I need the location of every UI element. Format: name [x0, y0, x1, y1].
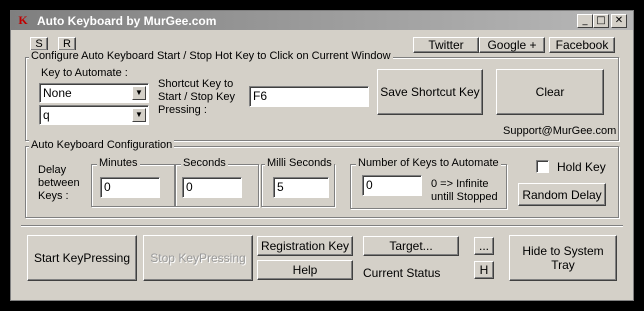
s-button[interactable]: S — [30, 37, 48, 51]
start-keypressing-button[interactable]: Start KeyPressing — [27, 235, 137, 281]
bottom-separator — [21, 225, 623, 226]
stop-keypressing-button[interactable]: Stop KeyPressing — [143, 235, 253, 281]
hotkey-group-legend: Configure Auto Keyboard Start / Stop Hot… — [29, 50, 393, 62]
key-to-automate-label: Key to Automate : — [41, 67, 128, 79]
number-of-keys-label: Number of Keys to Automate — [356, 157, 501, 169]
facebook-button[interactable]: Facebook — [549, 37, 615, 53]
window-title: Auto Keyboard by MurGee.com — [37, 14, 217, 28]
target-button[interactable]: Target... — [363, 236, 459, 256]
chevron-down-icon[interactable]: ▼ — [132, 86, 146, 100]
save-shortcut-button[interactable]: Save Shortcut Key — [377, 69, 483, 115]
minimize-button[interactable]: _ — [577, 14, 593, 28]
help-button[interactable]: Help — [257, 260, 353, 280]
minimize-icon: _ — [582, 15, 588, 26]
shortcut-label-line1: Shortcut Key to — [158, 78, 234, 90]
twitter-button[interactable]: Twitter — [413, 37, 479, 53]
milliseconds-label: Milli Seconds — [265, 157, 334, 169]
modifier-select-value: None — [43, 86, 72, 100]
current-status-label: Current Status — [363, 266, 441, 280]
delay-label-line1: Delay — [38, 164, 67, 176]
clear-button[interactable]: Clear — [496, 69, 604, 115]
shortcut-label-line3: Pressing : — [158, 104, 207, 116]
app-window: K Auto Keyboard by MurGee.com _ □ ✕ S R … — [10, 10, 634, 301]
hold-key-label[interactable]: Hold Key — [557, 160, 606, 174]
milliseconds-input[interactable]: 5 — [273, 177, 329, 198]
hold-key-checkbox[interactable] — [536, 160, 549, 173]
close-icon: ✕ — [614, 15, 624, 26]
maximize-icon: □ — [596, 15, 606, 26]
minutes-input[interactable]: 0 — [100, 177, 160, 198]
modifier-select[interactable]: None ▼ — [39, 83, 149, 103]
maximize-button[interactable]: □ — [593, 14, 609, 28]
key-select[interactable]: q ▼ — [39, 105, 149, 125]
config-group-legend: Auto Keyboard Configuration — [29, 139, 175, 151]
shortcut-label-line2: Start / Stop Key — [158, 91, 236, 103]
seconds-input[interactable]: 0 — [182, 177, 242, 198]
registration-key-button[interactable]: Registration Key — [257, 236, 353, 256]
seconds-label: Seconds — [181, 157, 228, 169]
key-select-value: q — [43, 108, 50, 122]
infinite-note-line1: 0 => Infinite — [431, 178, 489, 190]
google-plus-button[interactable]: Google + — [479, 37, 545, 53]
minutes-label: Minutes — [97, 157, 140, 169]
h-button[interactable]: H — [474, 261, 494, 279]
more-options-button[interactable]: ... — [474, 237, 494, 255]
delay-label-line2: between — [38, 177, 80, 189]
title-bar[interactable]: K Auto Keyboard by MurGee.com _ □ ✕ — [11, 11, 633, 30]
infinite-note-line2: untill Stopped — [431, 191, 498, 203]
r-button[interactable]: R — [58, 37, 76, 51]
support-email[interactable]: Support@MurGee.com — [503, 125, 616, 137]
shortcut-key-input[interactable]: F6 — [249, 86, 369, 107]
number-of-keys-input[interactable]: 0 — [362, 175, 422, 196]
hide-to-system-tray-button[interactable]: Hide to System Tray — [509, 235, 617, 281]
close-button[interactable]: ✕ — [611, 14, 627, 28]
app-k-icon: K — [18, 13, 28, 27]
random-delay-button[interactable]: Random Delay — [518, 183, 606, 206]
delay-label-line3: Keys : — [38, 190, 69, 202]
chevron-down-icon[interactable]: ▼ — [132, 108, 146, 122]
